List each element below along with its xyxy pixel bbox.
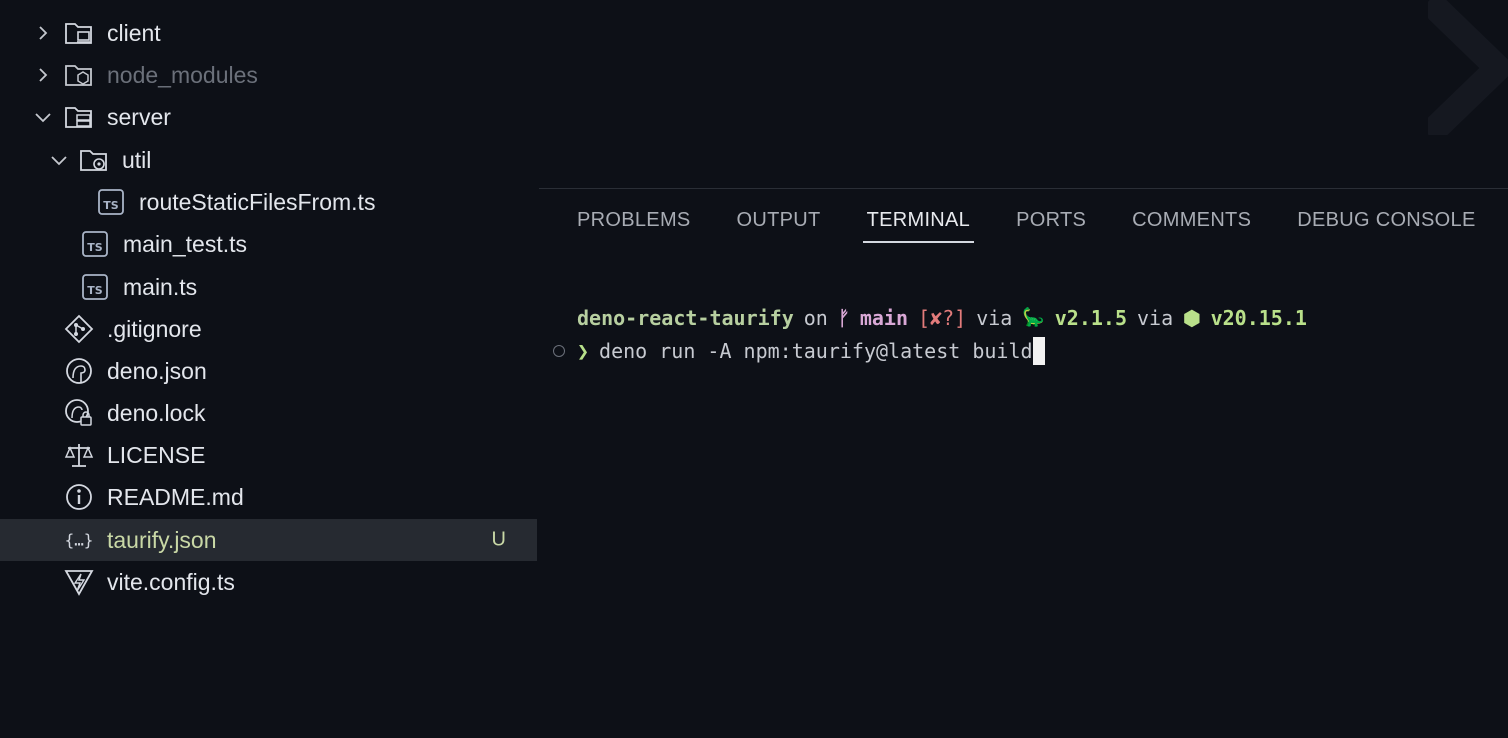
svg-text:TS: TS (87, 284, 103, 297)
untracked-badge: U (491, 528, 506, 551)
tab-output[interactable]: OUTPUT (737, 209, 821, 240)
deno-dino-icon: 🦕 (1022, 307, 1045, 328)
explorer-item-label: server (107, 103, 171, 130)
deno-lock-icon (64, 398, 94, 428)
info-icon (64, 482, 94, 512)
explorer-item-label: taurify.json (107, 526, 217, 553)
chevron-down-icon[interactable] (50, 151, 68, 169)
tab-ports[interactable]: PORTS (1016, 209, 1086, 240)
file-explorer: client node_modules server util TS route… (0, 0, 537, 737)
tab-problems[interactable]: PROBLEMS (577, 209, 691, 240)
vite-icon (64, 567, 94, 597)
chevron-right-icon[interactable] (34, 66, 52, 84)
explorer-item-main-ts[interactable]: TS main.ts (0, 266, 537, 308)
explorer-item-deno-lock[interactable]: deno.lock (0, 392, 537, 434)
panel-tabs: PROBLEMS OUTPUT TERMINAL PORTS COMMENTS … (577, 209, 1508, 249)
explorer-item-taurify-json[interactable]: {…} taurify.json U (0, 519, 537, 561)
license-scale-icon (64, 440, 94, 470)
svg-text:TS: TS (87, 241, 103, 254)
explorer-item-label: util (122, 146, 152, 173)
terminal-command: deno run -A npm:taurify@latest build (599, 338, 1033, 363)
explorer-item-label: routeStaticFilesFrom.ts (139, 188, 376, 215)
chevron-right-icon[interactable] (34, 24, 52, 42)
explorer-item-label: main.ts (123, 273, 198, 300)
prompt-git-status: [✘?] (918, 305, 967, 330)
deno-icon (64, 356, 94, 386)
terminal-command-line[interactable]: ❯ deno run -A npm:taurify@latest build (553, 334, 1493, 367)
explorer-item-label: main_test.ts (123, 230, 247, 257)
typescript-icon: TS (96, 187, 126, 217)
nodejs-icon: ⬢ (1183, 305, 1201, 330)
explorer-item-label: .gitignore (107, 315, 202, 342)
prompt-via: via (976, 305, 1013, 330)
svg-text:TS: TS (103, 199, 119, 212)
git-icon (64, 314, 94, 344)
folder-client-icon (64, 18, 94, 48)
prompt-on: on (803, 305, 828, 330)
prompt-via: via (1136, 305, 1174, 330)
explorer-item-client[interactable]: client (0, 12, 537, 54)
typescript-icon: TS (80, 229, 110, 259)
git-branch-icon: ᚠ (837, 305, 850, 330)
svg-text:{…}: {…} (65, 531, 94, 550)
prompt-branch: main (859, 305, 909, 330)
folder-util-icon (79, 145, 109, 175)
terminal-cursor (1032, 336, 1045, 365)
typescript-icon: TS (80, 272, 110, 302)
command-status-circle-icon (553, 344, 565, 357)
explorer-item-license[interactable]: LICENSE (0, 434, 537, 476)
explorer-item-server[interactable]: server (0, 96, 537, 138)
chevron-down-icon[interactable] (34, 108, 52, 126)
folder-server-icon (64, 102, 94, 132)
explorer-item-label: LICENSE (107, 441, 206, 468)
explorer-item-main-test-ts[interactable]: TS main_test.ts (0, 223, 537, 265)
explorer-item-readme-md[interactable]: README.md (0, 476, 537, 518)
json-braces-icon: {…} (64, 525, 94, 555)
bottom-panel: PROBLEMS OUTPUT TERMINAL PORTS COMMENTS … (539, 188, 1508, 738)
watermark-chevron-icon (1425, 0, 1508, 140)
explorer-item-label: node_modules (107, 61, 258, 88)
terminal-output[interactable]: deno-react-taurify on ᚠ main [✘?] via 🦕 … (553, 301, 1493, 367)
tab-debug-console[interactable]: DEBUG CONSOLE (1297, 209, 1475, 240)
tab-comments[interactable]: COMMENTS (1132, 209, 1251, 240)
editor-area (539, 0, 1508, 188)
terminal-prompt-line: deno-react-taurify on ᚠ main [✘?] via 🦕 … (553, 301, 1493, 334)
explorer-item-label: client (107, 19, 161, 46)
explorer-item-gitignore[interactable]: .gitignore (0, 308, 537, 350)
tab-terminal[interactable]: TERMINAL (862, 209, 974, 243)
prompt-arrow: ❯ (577, 338, 590, 363)
explorer-item-label: vite.config.ts (107, 568, 235, 595)
explorer-item-label: deno.lock (107, 399, 206, 426)
prompt-node-version: v20.15.1 (1210, 305, 1307, 330)
explorer-item-deno-json[interactable]: deno.json (0, 350, 537, 392)
explorer-item-util[interactable]: util (0, 139, 537, 181)
explorer-item-routestaticfilesfrom-ts[interactable]: TS routeStaticFilesFrom.ts (0, 181, 537, 223)
explorer-item-label: README.md (107, 483, 244, 510)
prompt-deno-version: v2.1.5 (1054, 305, 1127, 330)
explorer-item-vite-config-ts[interactable]: vite.config.ts (0, 561, 537, 603)
prompt-directory: deno-react-taurify (577, 305, 794, 330)
folder-node-icon (64, 60, 94, 90)
explorer-item-label: deno.json (107, 357, 207, 384)
explorer-item-node-modules[interactable]: node_modules (0, 54, 537, 96)
